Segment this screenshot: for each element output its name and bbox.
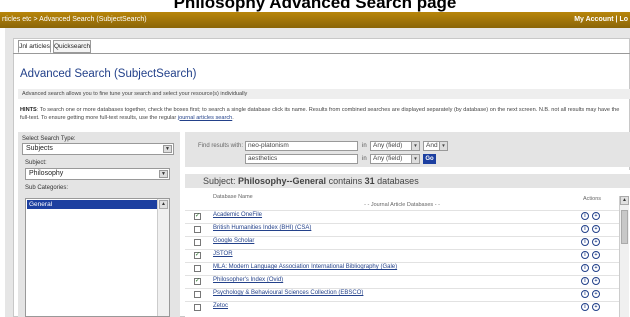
subject-label: Subject: (25, 160, 47, 166)
plus-icon[interactable]: + (592, 225, 600, 233)
info-note: Advanced search allows you to fine tune … (18, 89, 630, 99)
table-row: British Humanities Index (BHI) (CSA) i + (185, 223, 619, 234)
results-scrollbar[interactable]: ▲ (619, 196, 629, 317)
my-account-link[interactable]: My Account | Lo (574, 12, 628, 28)
top-navigation-bar: rticles etc > Advanced Search (SubjectSe… (0, 12, 630, 28)
hints-body: : To search one or more databases togeth… (20, 107, 620, 121)
tab-divider (13, 53, 630, 54)
database-count: 31 (364, 176, 375, 186)
scroll-up-icon[interactable]: ▲ (159, 200, 168, 209)
database-name-link[interactable]: Zetoc (213, 303, 228, 309)
hints-end: . (232, 114, 234, 121)
search-type-select[interactable]: Subjects ▼ (22, 143, 174, 155)
database-name-link[interactable]: Psychology & Behavioural Sciences Collec… (213, 290, 363, 296)
info-icon[interactable]: i (581, 303, 589, 311)
table-row: ✓ Academic OneFile i + (185, 210, 619, 221)
field-select-2-value: Any (field) (373, 155, 403, 162)
plus-icon[interactable]: + (592, 212, 600, 220)
database-checkbox[interactable] (194, 291, 201, 298)
journal-articles-search-link[interactable]: journal articles search (178, 115, 232, 121)
table-row: MLA: Modern Language Association Interna… (185, 262, 619, 273)
database-checkbox[interactable] (194, 226, 201, 233)
subcategories-listbox[interactable]: General ▲ (25, 198, 170, 317)
plus-icon[interactable]: + (592, 290, 600, 298)
table-row: Psychology & Behavioural Sciences Collec… (185, 288, 619, 299)
scrollbar-thumb[interactable] (621, 210, 628, 244)
page-title: Philosophy Advanced Search page (173, 0, 457, 12)
plus-icon[interactable]: + (592, 238, 600, 246)
plus-icon[interactable]: + (592, 264, 600, 272)
database-name-link[interactable]: British Humanities Index (BHI) (CSA) (213, 225, 311, 231)
database-name-link[interactable]: Academic OneFile (213, 212, 262, 218)
field-select-1[interactable]: Any (field) ▼ (370, 141, 420, 151)
subject-select[interactable]: Philosophy ▼ (25, 168, 170, 180)
info-icon[interactable]: i (581, 251, 589, 259)
search-type-value: Subjects (26, 145, 53, 152)
find-results-label: Find results with: (198, 143, 244, 149)
chevron-down-icon[interactable]: ▼ (159, 170, 168, 178)
column-database-name: Database Name (213, 194, 253, 200)
plus-icon[interactable]: + (592, 303, 600, 311)
listbox-scrollbar[interactable]: ▲ (157, 199, 169, 316)
info-icon[interactable]: i (581, 212, 589, 220)
chevron-down-icon[interactable]: ▼ (411, 142, 419, 150)
search-term-field-2[interactable]: aesthetics (245, 154, 358, 164)
info-icon[interactable]: i (581, 225, 589, 233)
database-checkbox[interactable]: ✓ (194, 252, 201, 259)
group-label: - - Journal Article Databases - - (364, 202, 440, 208)
column-headers: Database Name Actions (185, 194, 619, 202)
subcategories-label: Sub Categories: (25, 185, 69, 191)
info-icon[interactable]: i (581, 290, 589, 298)
subject-value: Philosophy (29, 170, 64, 177)
search-term-field-1[interactable]: neo-platonism (245, 141, 358, 151)
chevron-down-icon[interactable]: ▼ (163, 145, 172, 153)
breadcrumb[interactable]: rticles etc > Advanced Search (SubjectSe… (2, 12, 147, 28)
chevron-down-icon[interactable]: ▼ (439, 142, 447, 150)
database-checkbox[interactable] (194, 265, 201, 272)
field-select-1-value: Any (field) (373, 142, 403, 149)
database-name-link[interactable]: MLA: Modern Language Association Interna… (213, 264, 397, 270)
info-icon[interactable]: i (581, 277, 589, 285)
results-header: Subject: Philosophy--General contains 31… (185, 174, 630, 188)
databases-word: databases (377, 176, 419, 186)
contains-word: contains (328, 176, 363, 186)
boolean-select[interactable]: And ▼ (423, 141, 448, 151)
database-name-link[interactable]: Google Scholar (213, 238, 254, 244)
scroll-up-icon[interactable]: ▲ (620, 196, 629, 205)
tab-jnl-articles[interactable]: Jnl articles (18, 40, 51, 53)
database-name-link[interactable]: Philosopher's Index (Ovid) (213, 277, 283, 283)
page-heading: Advanced Search (SubjectSearch) (20, 68, 197, 80)
info-icon[interactable]: i (581, 264, 589, 272)
database-checkbox[interactable]: ✓ (194, 278, 201, 285)
subject-word: Subject: (203, 176, 236, 186)
table-row: ✓ JSTOR i + (185, 249, 619, 260)
boolean-select-value: And (426, 142, 438, 149)
go-button[interactable]: Go (423, 154, 436, 164)
in-label-2: in (362, 156, 367, 162)
hints-label: HINTS (20, 107, 37, 113)
table-row: Google Scholar i + (185, 236, 619, 247)
subcategory-option-general[interactable]: General (27, 200, 157, 209)
field-select-2[interactable]: Any (field) ▼ (370, 154, 420, 164)
search-type-label: Select Search Type: (22, 136, 76, 142)
database-checkbox[interactable] (194, 239, 201, 246)
database-name-link[interactable]: JSTOR (213, 251, 233, 257)
database-checkbox[interactable] (194, 304, 201, 311)
table-row: Zetoc i + (185, 301, 619, 312)
hints-text: HINTS: To search one or more databases t… (20, 107, 625, 122)
chevron-down-icon[interactable]: ▼ (411, 155, 419, 163)
subject-name: Philosophy--General (238, 176, 327, 186)
plus-icon[interactable]: + (592, 251, 600, 259)
in-label: in (362, 143, 367, 149)
info-icon[interactable]: i (581, 238, 589, 246)
plus-icon[interactable]: + (592, 277, 600, 285)
database-checkbox[interactable]: ✓ (194, 213, 201, 220)
tab-quicksearch[interactable]: Quicksearch (53, 40, 91, 53)
table-row: ✓ Philosopher's Index (Ovid) i + (185, 275, 619, 286)
